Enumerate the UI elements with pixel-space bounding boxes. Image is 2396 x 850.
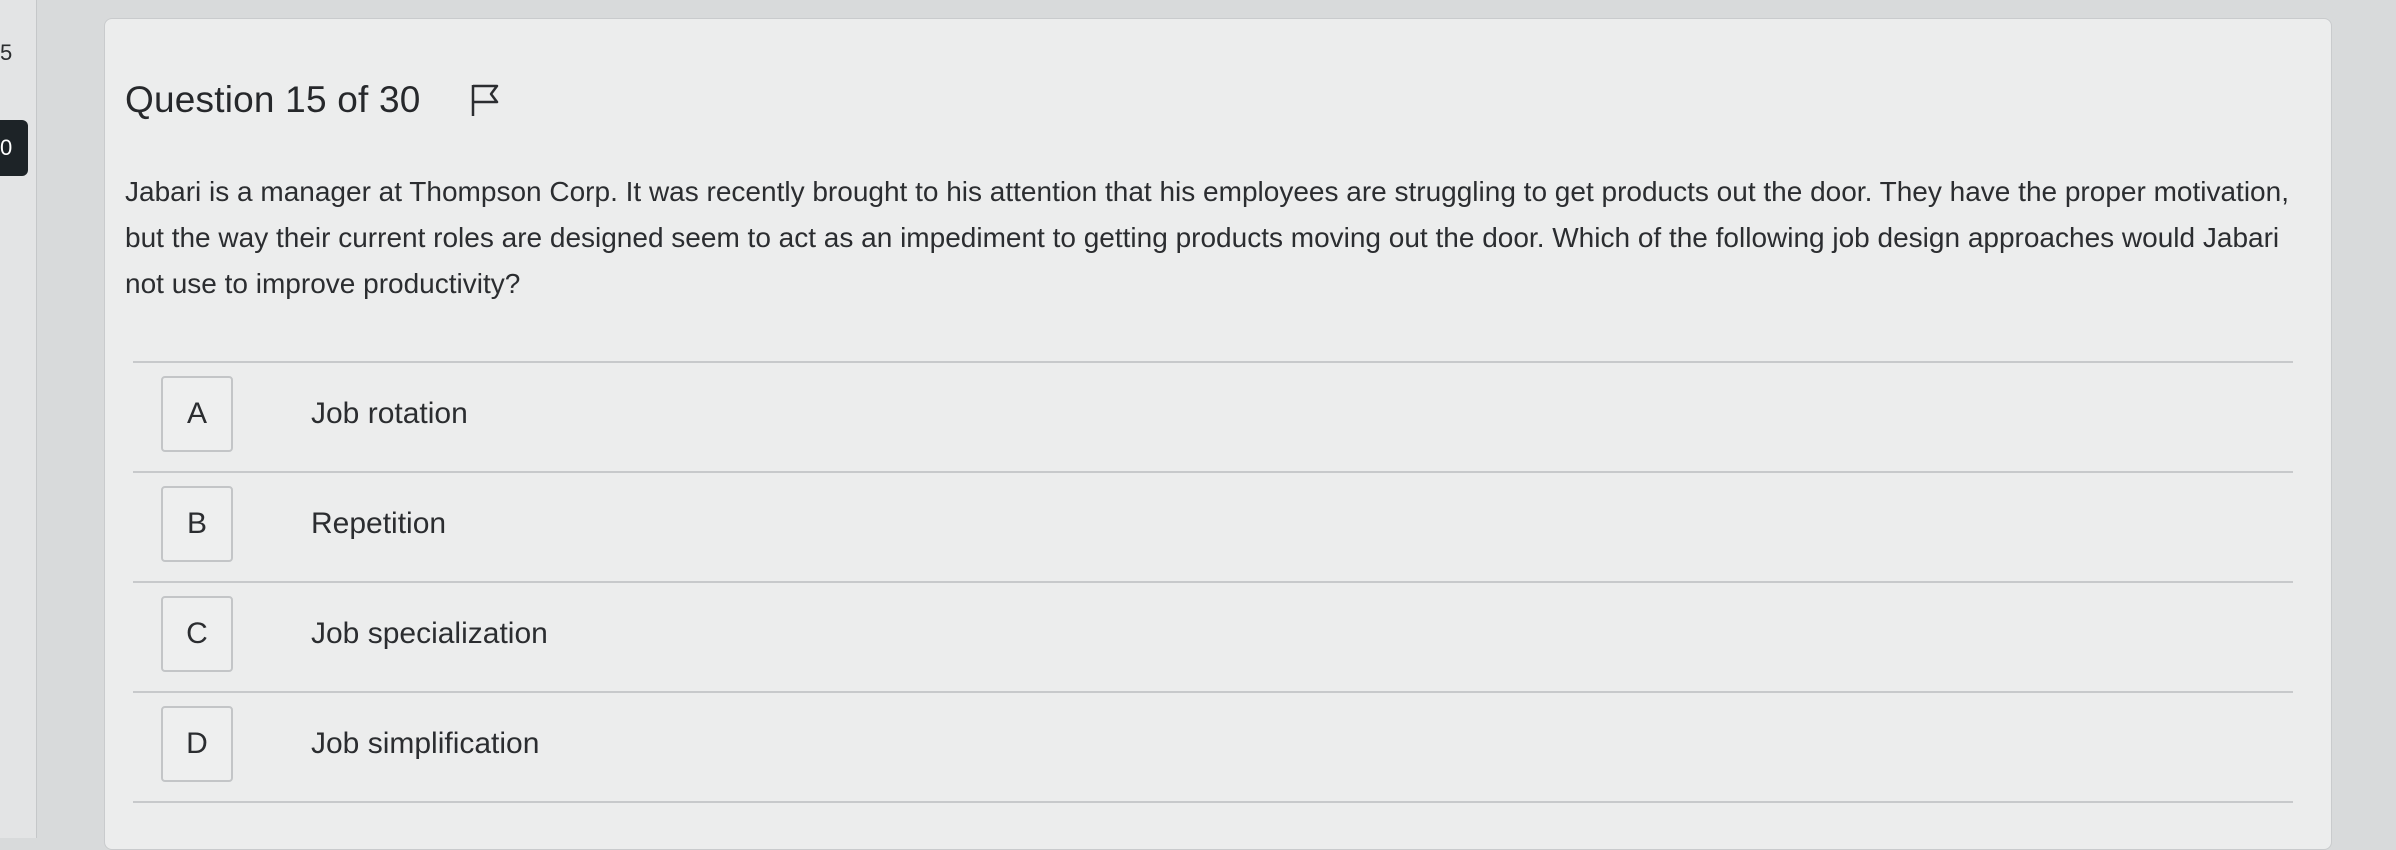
divider: [133, 361, 2293, 363]
option-letter: B: [161, 486, 233, 562]
question-nav-item-current[interactable]: 0: [0, 120, 28, 176]
question-header: Question 15 of 30: [125, 79, 501, 121]
option-text: Repetition: [311, 507, 447, 540]
divider: [133, 691, 2293, 693]
divider: [133, 801, 2293, 803]
answer-option-b[interactable]: B Repetition: [161, 484, 2281, 564]
option-text: Job specialization: [311, 617, 548, 650]
flag-icon[interactable]: [469, 83, 501, 117]
answer-option-c[interactable]: C Job specialization: [161, 594, 2281, 674]
question-nav-item[interactable]: 5: [0, 40, 12, 66]
option-letter: A: [161, 376, 233, 452]
option-letter: C: [161, 596, 233, 672]
option-text: Job simplification: [311, 727, 540, 760]
question-text: Jabari is a manager at Thompson Corp. It…: [125, 176, 2289, 299]
option-text: Job rotation: [311, 397, 468, 430]
question-card: Question 15 of 30 Jabari is a manager at…: [104, 18, 2332, 850]
answer-option-d[interactable]: D Job simplification: [161, 704, 2281, 784]
answer-option-a[interactable]: A Job rotation: [161, 374, 2281, 454]
divider: [133, 471, 2293, 473]
option-letter: D: [161, 706, 233, 782]
question-number: Question 15 of 30: [125, 79, 421, 120]
question-nav-sidebar: 5 0: [0, 0, 37, 838]
divider: [133, 581, 2293, 583]
